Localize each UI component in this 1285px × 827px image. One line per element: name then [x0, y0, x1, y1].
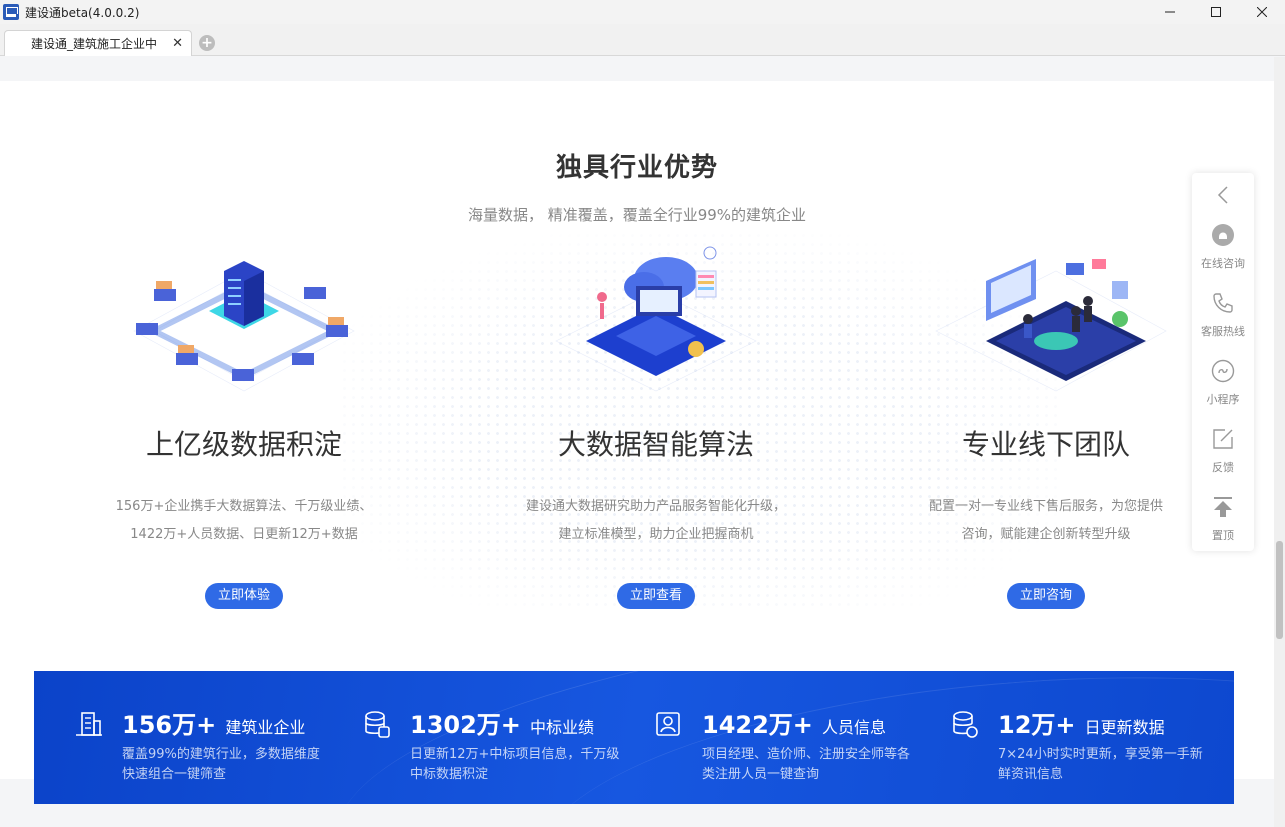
new-tab-button[interactable]: +: [199, 35, 215, 51]
tab-label: 建设通_建筑施工企业中: [31, 37, 158, 51]
sidebar-item-mini-program[interactable]: 小程序: [1192, 359, 1254, 407]
edit-icon: [1213, 429, 1233, 449]
feature-title: 上亿级数据积淀: [145, 428, 342, 461]
app-logo-icon: [3, 4, 19, 20]
view-now-button[interactable]: 立即查看: [616, 583, 696, 609]
feature-card-team: 专业线下团队 配置一对一专业线下售后服务，为您提供 咨询，赋能建企创新转型升级 …: [896, 241, 1196, 609]
consult-now-button[interactable]: 立即咨询: [1006, 583, 1086, 609]
sidebar-item-online-chat[interactable]: 在线咨询: [1192, 223, 1254, 271]
browser-tab[interactable]: 建设通_建筑施工企业中 ✕: [4, 30, 192, 56]
minimize-button[interactable]: [1147, 0, 1193, 24]
stat-description: 日更新12万+中标项目信息，千万级中标数据积淀: [410, 747, 620, 782]
stat-description: 7×24小时实时更新，享受第一手新鲜资讯信息: [998, 747, 1203, 782]
team-meeting-illustration: [935, 259, 1167, 392]
stat-number: 156万+: [122, 711, 217, 739]
cloud-computing-illustration: [555, 246, 757, 392]
server-network-illustration: [133, 261, 355, 392]
section-subtitle: 海量数据， 精准覆盖，覆盖全行业99%的建筑企业: [467, 206, 807, 224]
back-to-top-icon: [1214, 497, 1232, 517]
stat-description: 项目经理、造价师、注册安全师等各类注册人员一键查询: [702, 747, 911, 782]
stats-band: 156万+ 建筑业企业 覆盖99%的建筑行业，多数据维度快速组合一键筛查 130…: [34, 671, 1234, 804]
sidebar-item-label: 反馈: [1212, 461, 1234, 474]
sidebar-item-label: 客服热线: [1201, 325, 1245, 338]
try-now-button[interactable]: 立即体验: [204, 583, 284, 609]
tab-bar: 建设通_建筑施工企业中 ✕: [0, 24, 1285, 56]
sidebar-item-label: 小程序: [1206, 393, 1240, 406]
stat-description: 覆盖99%的建筑行业，多数据维度快速组合一键筛查: [122, 747, 320, 782]
window-titlebar: 建设通beta(4.0.0.2): [0, 0, 1285, 24]
stat-number: 12万+: [998, 711, 1076, 739]
feature-title: 大数据智能算法: [557, 428, 754, 461]
sidebar-item-back-to-top[interactable]: 置顶: [1192, 495, 1254, 543]
sidebar-item-label: 在线咨询: [1201, 257, 1245, 270]
window-controls: [1147, 0, 1285, 24]
close-window-button[interactable]: [1239, 0, 1285, 24]
phone-icon: [1213, 293, 1233, 313]
section-title: 独具行业优势: [555, 153, 718, 183]
minimize-icon: [1165, 11, 1175, 13]
stat-label: 人员信息: [822, 718, 887, 737]
feature-description: 配置一对一专业线下售后服务，为您提供 咨询，赋能建企创新转型升级: [928, 499, 1163, 542]
feature-description: 156万+企业携手大数据算法、千万级业绩、 1422万+人员数据、日更新12万+…: [115, 499, 373, 542]
stat-number: 1302万+: [410, 711, 521, 739]
window-title: 建设通beta(4.0.0.2): [25, 5, 140, 20]
building-icon: [76, 712, 102, 736]
floating-service-toolbar: 在线咨询 客服热线 小程序 反馈 置顶: [1192, 173, 1254, 551]
maximize-icon: [1211, 7, 1221, 17]
close-icon: [1257, 7, 1267, 17]
vertical-scrollbar[interactable]: [1274, 57, 1285, 827]
feature-description: 建设通大数据研究助力产品服务智能化升级， 建立标准模型，助力企业把握商机: [525, 499, 786, 542]
collapse-toolbar-button[interactable]: [1192, 185, 1254, 209]
chat-bubble-icon: [1212, 224, 1234, 246]
stat-label: 日更新数据: [1084, 718, 1165, 737]
scrollbar-thumb[interactable]: [1276, 541, 1283, 639]
sidebar-item-feedback[interactable]: 反馈: [1192, 427, 1254, 475]
stat-label: 中标业绩: [530, 718, 595, 737]
sidebar-item-hotline[interactable]: 客服热线: [1192, 291, 1254, 339]
feature-card-data: 上亿级数据积淀 156万+企业携手大数据算法、千万级业绩、 1422万+人员数据…: [94, 241, 394, 609]
person-card-icon: [656, 712, 680, 736]
tab-close-icon[interactable]: ✕: [172, 36, 183, 51]
database-icon: [365, 711, 390, 738]
stat-label: 建筑业企业: [225, 718, 306, 737]
mini-program-icon: [1211, 359, 1235, 383]
database-refresh-icon: [953, 711, 978, 738]
sidebar-item-label: 置顶: [1212, 529, 1234, 542]
chevron-left-icon: [1217, 186, 1228, 204]
feature-card-algorithm: 大数据智能算法 建设通大数据研究助力产品服务智能化升级， 建立标准模型，助力企业…: [506, 241, 806, 609]
stat-number: 1422万+: [702, 711, 813, 739]
page-viewport: 独具行业优势 海量数据， 精准覆盖，覆盖全行业99%的建筑企业 上亿级数据积淀 …: [0, 57, 1274, 827]
feature-title: 专业线下团队: [961, 428, 1130, 461]
maximize-button[interactable]: [1193, 0, 1239, 24]
